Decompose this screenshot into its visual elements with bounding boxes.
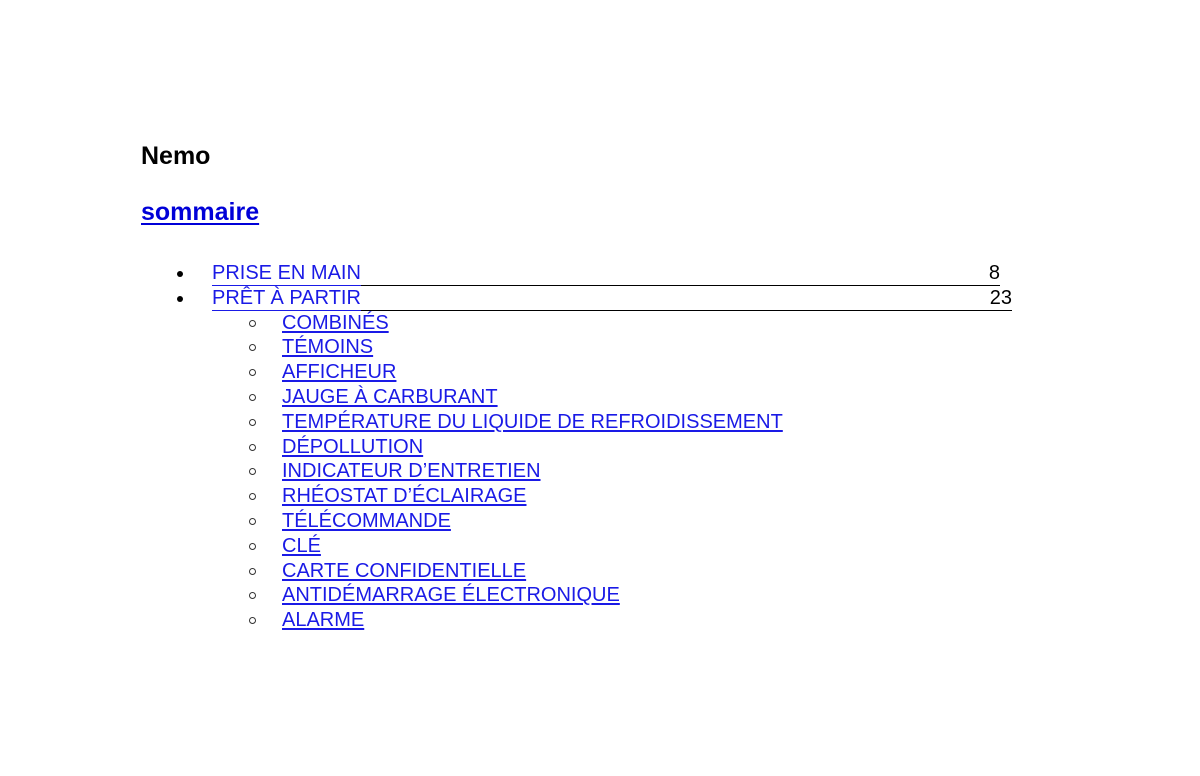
- hollow-bullet-icon: [249, 542, 256, 550]
- hollow-bullet-icon: [249, 493, 256, 501]
- toc-subentry: AFFICHEUR: [0, 360, 1200, 385]
- toc-subentry: TÉLÉCOMMANDE: [0, 509, 1200, 534]
- toc-subentry: CARTE CONFIDENTIELLE: [0, 559, 1200, 584]
- toc-subentry-link[interactable]: INDICATEUR D’ENTRETIEN: [282, 459, 541, 483]
- filled-bullet-icon: [177, 271, 183, 277]
- toc-subentry-link[interactable]: DÉPOLLUTION: [282, 435, 423, 459]
- toc-entry-link[interactable]: PRISE EN MAIN: [212, 262, 361, 284]
- hollow-bullet-icon: [249, 517, 256, 525]
- filled-bullet-icon: [177, 295, 183, 302]
- toc-subentry: TÉMOINS: [0, 335, 1200, 360]
- toc-heading-link[interactable]: sommaire: [141, 197, 259, 227]
- hollow-bullet-icon: [249, 393, 256, 401]
- toc-entry: PRISE EN MAIN 8: [0, 261, 1200, 286]
- hollow-bullet-icon: [249, 617, 256, 625]
- toc-entry: PRÊT À PARTIR 23: [0, 286, 1200, 311]
- toc-subentry-link[interactable]: TÉLÉCOMMANDE: [282, 509, 451, 533]
- toc-subentry-link[interactable]: ANTIDÉMARRAGE ÉLECTRONIQUE: [282, 583, 620, 607]
- page-number: 23: [989, 286, 1012, 309]
- toc-subentry-link[interactable]: ALARME: [282, 608, 364, 632]
- toc-subentry-link[interactable]: RHÉOSTAT D’ÉCLAIRAGE: [282, 484, 527, 508]
- hollow-bullet-icon: [249, 567, 256, 575]
- hollow-bullet-icon: [249, 319, 256, 327]
- toc-subentry: ALARME: [0, 608, 1200, 633]
- hollow-bullet-icon: [249, 344, 256, 352]
- toc-subentry: ANTIDÉMARRAGE ÉLECTRONIQUE: [0, 583, 1200, 608]
- toc-subentry: DÉPOLLUTION: [0, 435, 1200, 460]
- toc-subentry-link[interactable]: AFFICHEUR: [282, 360, 396, 384]
- toc-subentry: RHÉOSTAT D’ÉCLAIRAGE: [0, 484, 1200, 509]
- page-number: 8: [988, 262, 1000, 284]
- toc-subentry: TEMPÉRATURE DU LIQUIDE DE REFROIDISSEMEN…: [0, 410, 1200, 435]
- hollow-bullet-icon: [249, 369, 256, 377]
- toc-entry-link[interactable]: PRÊT À PARTIR: [212, 287, 361, 309]
- toc-subentry: JAUGE À CARBURANT: [0, 385, 1200, 410]
- toc-subentry: INDICATEUR D’ENTRETIEN: [0, 459, 1200, 484]
- hollow-bullet-icon: [249, 592, 256, 600]
- toc-subentry-link[interactable]: TÉMOINS: [282, 335, 373, 359]
- hollow-bullet-icon: [249, 468, 256, 476]
- toc-subentry-link[interactable]: CARTE CONFIDENTIELLE: [282, 559, 526, 583]
- hollow-bullet-icon: [249, 443, 256, 451]
- table-of-contents: PRISE EN MAIN 8 PRÊT À PARTIR 23 COMBINÉ…: [0, 261, 1200, 633]
- toc-subentry-link[interactable]: JAUGE À CARBURANT: [282, 385, 498, 409]
- toc-entry-leader: PRÊT À PARTIR 23: [212, 286, 1012, 311]
- document-title: Nemo: [141, 142, 211, 170]
- toc-entry-leader: PRISE EN MAIN 8: [212, 261, 1000, 286]
- toc-subentry: CLÉ: [0, 534, 1200, 559]
- toc-subentry-link[interactable]: COMBINÉS: [282, 311, 389, 335]
- toc-subentry: COMBINÉS: [0, 311, 1200, 336]
- toc-subentry-link[interactable]: CLÉ: [282, 534, 321, 558]
- toc-subentry-link[interactable]: TEMPÉRATURE DU LIQUIDE DE REFROIDISSEMEN…: [282, 410, 783, 434]
- hollow-bullet-icon: [249, 418, 256, 426]
